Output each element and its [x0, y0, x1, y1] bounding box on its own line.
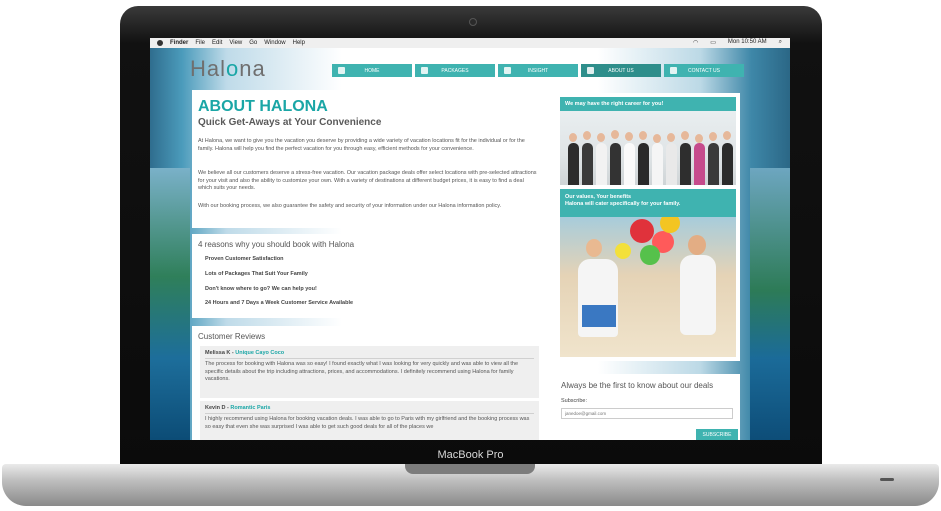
menubar-edit[interactable]: Edit — [212, 40, 222, 46]
review-author: Melissa K - Unique Cayo Coco — [205, 350, 284, 356]
review-text: The process for booking with Halona was … — [205, 361, 519, 382]
email-field[interactable] — [561, 408, 733, 419]
nav-about-us[interactable]: ABOUT US — [581, 64, 661, 77]
reviews-title: Customer Reviews — [198, 332, 266, 341]
site-logo[interactable]: Halona — [190, 56, 266, 82]
menubar-file[interactable]: File — [195, 40, 205, 46]
menubar-finder[interactable]: Finder — [170, 40, 188, 46]
reason-item: Don't know where to go? We can help you! — [205, 286, 317, 292]
nav-packages-label: PACKAGES — [441, 67, 469, 74]
laptop-slot — [880, 478, 894, 481]
team-photo — [560, 111, 736, 185]
review-card: Kevin D - Romantic Paris I highly recomm… — [200, 401, 539, 440]
review-package-link[interactable]: Romantic Paris — [230, 405, 270, 411]
review-divider — [205, 413, 534, 414]
page-subtitle: Quick Get-Aways at Your Convenience — [198, 117, 382, 128]
wifi-icon[interactable]: ◠ — [693, 39, 698, 46]
reason-item: Lots of Packages That Suit Your Family — [205, 271, 308, 277]
about-panel: ABOUT HALONA Quick Get-Aways at Your Con… — [192, 90, 547, 228]
logo-text-start: Hal — [190, 56, 227, 81]
camera-icon — [469, 18, 477, 26]
device-brand: MacBook Pro — [437, 449, 504, 461]
review-author-name: Kevin D - — [205, 405, 231, 411]
review-package-link[interactable]: Unique Cayo Coco — [235, 350, 284, 356]
nav-insight[interactable]: INSIGHT — [498, 64, 578, 77]
logo-text-end: na — [239, 56, 266, 81]
laptop-notch — [405, 464, 535, 474]
values-banner[interactable]: Our values, Your benefits Halona will ca… — [560, 189, 736, 357]
nav-insight-label: INSIGHT — [527, 67, 549, 74]
about-paragraph-2: We believe all our customers deserve a s… — [198, 170, 537, 191]
nav-home[interactable]: HOME — [332, 64, 412, 77]
review-author: Kevin D - Romantic Paris — [205, 405, 270, 411]
nav-home-label: HOME — [364, 67, 380, 74]
review-card: Melissa K - Unique Cayo Coco The process… — [200, 346, 539, 398]
side-panel: We may have the right career for you! Ou… — [555, 93, 740, 361]
background-cliff-right — [750, 168, 790, 440]
review-text: I highly recommend using Halona for book… — [205, 416, 530, 430]
home-icon — [338, 67, 345, 74]
screen: Finder File Edit View Go Window Help ◠ ▭… — [150, 38, 790, 440]
nav-packages[interactable]: PACKAGES — [415, 64, 495, 77]
background-cliff-left — [150, 168, 190, 440]
reviews-panel: Customer Reviews Melissa K - Unique Cayo… — [192, 326, 547, 440]
person-icon — [587, 67, 594, 74]
monitor-icon — [504, 67, 511, 74]
nav-about-label: ABOUT US — [608, 67, 634, 74]
reasons-title: 4 reasons why you should book with Halon… — [198, 240, 355, 249]
values-line-2: Halona will cater specifically for your … — [565, 201, 681, 207]
menubar-view[interactable]: View — [229, 40, 242, 46]
about-paragraph-1: At Halona, we want to give you the vacat… — [198, 138, 525, 152]
search-icon[interactable]: ⌕ — [779, 39, 782, 46]
nav-contact-us[interactable]: CONTACT US — [664, 64, 744, 77]
menubar-help[interactable]: Help — [293, 40, 305, 46]
reason-item: 24 Hours and 7 Days a Week Customer Serv… — [205, 300, 354, 306]
about-paragraph-3: With our booking process, we also guaran… — [198, 203, 502, 209]
deals-panel: Always be the first to know about our de… — [555, 374, 740, 440]
deals-title: Always be the first to know about our de… — [561, 381, 714, 390]
subscribe-label: Subscribe: — [561, 398, 587, 404]
palm-icon — [421, 67, 428, 74]
menubar-status: ◠ ▭ Mon 10:50 AM ⌕ — [686, 39, 782, 46]
menubar-window[interactable]: Window — [264, 40, 285, 46]
menubar-clock[interactable]: Mon 10:50 AM — [728, 39, 767, 46]
career-title: We may have the right career for you! — [560, 97, 736, 111]
logo-star: o — [226, 56, 240, 81]
reasons-panel: 4 reasons why you should book with Halon… — [192, 234, 547, 318]
battery-icon[interactable]: ▭ — [710, 39, 716, 46]
subscribe-button[interactable]: SUBSCRIBE — [696, 429, 738, 440]
values-line-1: Our values, Your benefits — [565, 194, 632, 200]
page-title: ABOUT HALONA — [198, 98, 328, 115]
reason-item: Proven Customer Satisfaction — [205, 256, 284, 262]
values-caption: Our values, Your benefits Halona will ca… — [560, 189, 736, 217]
career-banner[interactable]: We may have the right career for you! — [560, 97, 736, 185]
menubar-go[interactable]: Go — [249, 40, 257, 46]
family-beach-photo — [560, 209, 736, 357]
phone-icon — [670, 67, 677, 74]
review-author-name: Melissa K - — [205, 350, 236, 356]
apple-icon[interactable] — [157, 40, 163, 46]
main-nav: HOME PACKAGES INSIGHT ABOUT US CONTACT U… — [332, 64, 744, 77]
review-divider — [205, 358, 534, 359]
nav-contact-label: CONTACT US — [687, 67, 721, 74]
